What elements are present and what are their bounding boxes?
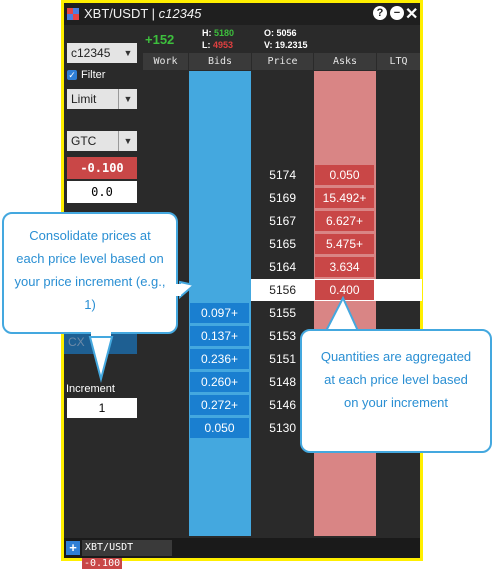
left-callout-arrow-down	[88, 336, 114, 383]
right-callout-pointer-join	[327, 331, 357, 335]
right-callout-arrow-up	[324, 295, 360, 332]
left-callout: Consolidate prices at each price level b…	[2, 212, 178, 334]
right-callout: Quantities are aggregated at each price …	[300, 329, 492, 453]
left-callout-arrow-right	[179, 280, 197, 300]
left-callout-pointer-join	[91, 331, 111, 336]
left-callout-side-join	[176, 284, 181, 296]
